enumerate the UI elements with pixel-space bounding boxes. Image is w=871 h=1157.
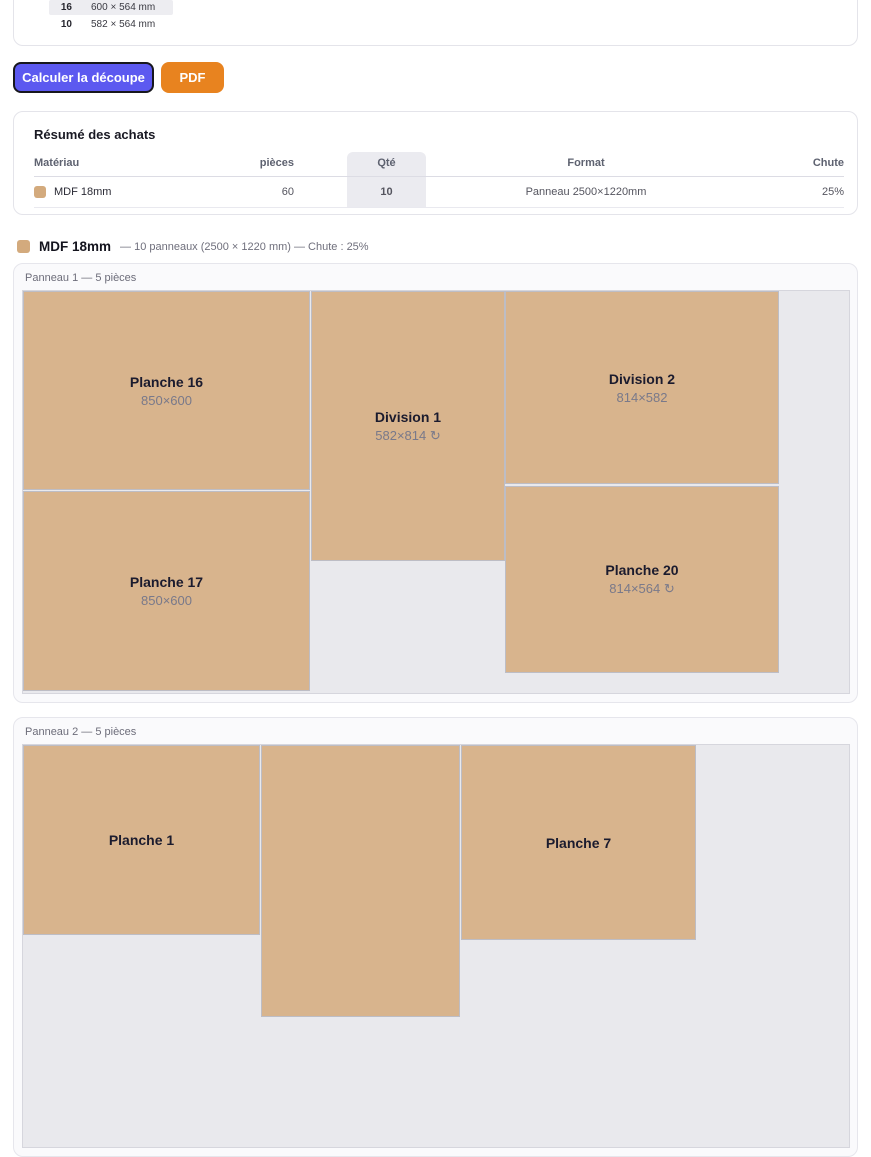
material-section-header: MDF 18mm — 10 panneaux (2500 × 1220 mm) … <box>17 239 369 254</box>
piece-dims: 850×600 <box>141 593 192 608</box>
cut-piece: Planche 1 <box>23 745 260 935</box>
summary-row: MDF 18mm 60 10Panneau 2500×1220mm25% <box>34 177 844 208</box>
cut-row-dims: 582 × 564 mm <box>91 19 155 30</box>
material-color-swatch-icon <box>34 186 46 198</box>
material-name: MDF 18mm <box>39 239 111 254</box>
panel-card: Panneau 1 — 5 pièces Planche 16 850×600 Div… <box>13 263 858 703</box>
piece-name: Planche 7 <box>546 835 611 851</box>
summary-title: Résumé des achats <box>34 127 155 142</box>
piece-dims: 814×564 ↻ <box>609 581 674 597</box>
cut-list-row[interactable]: 10 582 × 564 mm <box>49 17 173 32</box>
cut-piece: Planche 20 814×564 ↻ <box>505 486 779 673</box>
summary-waste-cell: 25% <box>746 177 844 208</box>
material-label: MDF 18mm <box>54 186 111 198</box>
cut-piece: Division 2 814×582 <box>505 291 779 484</box>
purchase-summary-card: Résumé des achats Matériau pièces Qté Fo… <box>13 111 858 215</box>
piece-name: Planche 17 <box>130 574 203 590</box>
cut-row-qty: 10 <box>57 19 72 30</box>
summary-col-format: Format <box>426 152 746 177</box>
cut-piece: Planche 17 850×600 <box>23 491 310 691</box>
cut-row-qty: 16 <box>57 2 72 13</box>
material-details: — 10 panneaux (2500 × 1220 mm) — Chute :… <box>120 241 369 253</box>
cut-list-rows: 16 600 × 564 mm 10 582 × 564 mm <box>49 0 173 34</box>
piece-dims: 850×600 <box>141 393 192 408</box>
piece-name: Planche 1 <box>109 832 174 848</box>
pdf-export-button[interactable]: PDF <box>161 62 224 93</box>
cut-list-row[interactable]: 16 600 × 564 mm <box>49 0 173 15</box>
summary-qty-cell: 10 <box>347 177 426 208</box>
panel-sheet: Planche 1 Planche 7 <box>22 744 850 1148</box>
summary-col-pieces: pièces <box>254 152 306 177</box>
piece-dims: 814×582 <box>617 390 668 405</box>
calculate-cut-button[interactable]: Calculer la découpe <box>13 62 154 93</box>
panel-label: Panneau 2 — 5 pièces <box>25 726 136 738</box>
summary-table: Matériau pièces Qté Format Chute MDF 18m… <box>34 152 844 208</box>
piece-name: Division 2 <box>609 371 675 387</box>
piece-name: Planche 16 <box>130 374 203 390</box>
material-color-swatch-icon <box>17 240 30 253</box>
summary-col-waste: Chute <box>746 152 844 177</box>
cut-row-dims: 600 × 564 mm <box>91 2 155 13</box>
summary-format-cell: Panneau 2500×1220mm <box>426 177 746 208</box>
cut-piece: Planche 7 <box>461 745 696 940</box>
cut-list-card: 16 600 × 564 mm 10 582 × 564 mm <box>13 0 858 46</box>
cut-piece <box>261 745 460 1017</box>
summary-col-qty: Qté <box>347 152 426 177</box>
panel-card: Panneau 2 — 5 pièces Planche 1 Planche 7 <box>13 717 858 1157</box>
piece-name: Division 1 <box>375 409 441 425</box>
piece-dims: 582×814 ↻ <box>375 428 440 444</box>
cut-piece: Planche 16 850×600 <box>23 291 310 490</box>
panel-sheet: Planche 16850×600Division 1582×814 ↻Divi… <box>22 290 850 694</box>
summary-col-material: Matériau <box>34 152 254 177</box>
summary-pieces-cell: 60 <box>254 177 306 208</box>
panel-label: Panneau 1 — 5 pièces <box>25 272 136 284</box>
cut-piece: Division 1 582×814 ↻ <box>311 291 505 561</box>
summary-material-cell: MDF 18mm <box>34 177 254 208</box>
piece-name: Planche 20 <box>605 562 678 578</box>
